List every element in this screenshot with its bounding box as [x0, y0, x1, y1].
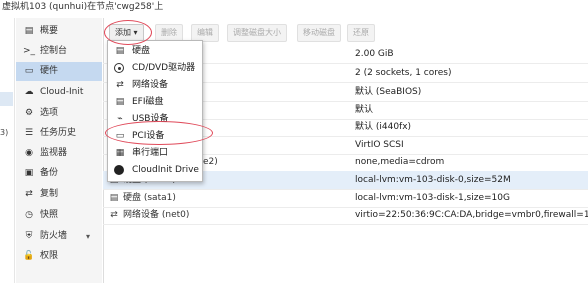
menu-item-hard-disk[interactable]: ▤ 硬盘 — [108, 43, 202, 59]
cdrom-icon — [114, 63, 124, 73]
list-icon: ☰ — [24, 128, 34, 138]
retweet-icon: ⇄ — [25, 189, 33, 199]
nav-item-label: 硬件 — [40, 66, 59, 76]
chevron-down-icon: ▾ — [133, 28, 138, 37]
hdd-icon: ▤ — [115, 46, 125, 56]
tree-selected-row[interactable] — [0, 92, 13, 106]
row-value: 2 (2 sockets, 1 cores) — [355, 68, 452, 78]
hardware-toolbar: 添加 ▾ 删除 编辑 调整磁盘大小 移动磁盘 还原 — [103, 22, 588, 42]
menu-item-cd-dvd[interactable]: CD/DVD驱动器 — [108, 60, 202, 76]
pci-card-icon: ▭ — [115, 131, 125, 141]
nav-item-task-history[interactable]: ☰ 任务历史 — [16, 124, 102, 143]
menu-item-label: 网络设备 — [132, 80, 169, 90]
nav-item-label: 复制 — [40, 189, 59, 199]
menu-item-serial-port[interactable]: ▦ 串行端口 — [108, 145, 202, 161]
efi-disk-icon: ▤ — [115, 97, 125, 107]
menu-item-network-device[interactable]: ⇄ 网络设备 — [108, 77, 202, 93]
menu-item-label: CloudInit Drive — [132, 165, 199, 175]
gear-icon: ⚙ — [24, 108, 34, 118]
revert-button[interactable]: 还原 — [347, 24, 375, 42]
nav-item-console[interactable]: >_ 控制台 — [16, 42, 102, 61]
nav-item-firewall[interactable]: ⛨ 防火墙 ▾ — [16, 227, 102, 246]
hdd-icon: ▤ — [109, 193, 119, 203]
menu-item-label: EFI磁盘 — [132, 97, 164, 107]
row-value: none,media=cdrom — [355, 157, 445, 167]
window-title: 虚拟机103 (qunhui)在节点'cwg258'上 — [2, 2, 164, 12]
menu-item-label: 串行端口 — [132, 148, 169, 158]
history-icon: ◷ — [25, 210, 33, 220]
book-icon: ▤ — [24, 26, 34, 36]
cloudinit-icon — [114, 165, 124, 175]
menu-item-efi-disk[interactable]: ▤ EFI磁盘 — [108, 94, 202, 110]
chevron-down-icon[interactable]: ▾ — [86, 227, 90, 246]
add-button-label: 添加 — [115, 28, 131, 37]
menu-item-label: CD/DVD驱动器 — [132, 63, 196, 73]
menu-item-pci-device[interactable]: ▭ PCI设备 — [108, 128, 202, 144]
row-value: 2.00 GiB — [355, 49, 394, 59]
menu-item-label: USB设备 — [132, 114, 169, 124]
nav-item-label: 防火墙 — [40, 231, 68, 241]
eye-icon: ◉ — [25, 148, 33, 158]
row-value: VirtIO SCSI — [355, 140, 404, 150]
network-icon: ⇄ — [110, 210, 118, 220]
resize-disk-button[interactable]: 调整磁盘大小 — [227, 24, 287, 42]
monitor-icon: ▭ — [24, 66, 34, 76]
nav-item-cloud-init[interactable]: ☁ Cloud-Init — [16, 83, 102, 102]
add-menu: ▤ 硬盘 CD/DVD驱动器 ⇄ 网络设备 ▤ EFI磁盘 ⌁ USB设备 ▭ … — [107, 40, 203, 182]
row-value: local-lvm:vm-103-disk-1,size=10G — [355, 193, 510, 203]
nav-item-label: 权限 — [40, 251, 59, 261]
save-icon: ▣ — [24, 168, 34, 178]
row-value: virtio=22:50:36:9C:CA:DA,bridge=vmbr0,fi… — [355, 210, 588, 220]
row-key: 硬盘 (sata1) — [123, 193, 176, 203]
hardware-row[interactable]: ⇄ 网络设备 (net0) virtio=22:50:36:9C:CA:DA,b… — [103, 206, 588, 225]
usb-icon: ⌁ — [117, 114, 123, 124]
terminal-icon: >_ — [23, 46, 36, 56]
nav-item-replication[interactable]: ⇄ 复制 — [16, 185, 102, 204]
nav-item-options[interactable]: ⚙ 选项 — [16, 104, 102, 123]
nav-item-snapshots[interactable]: ◷ 快照 — [16, 206, 102, 225]
row-value: local-lvm:vm-103-disk-0,size=52M — [355, 175, 511, 185]
nav-item-label: 监视器 — [40, 148, 68, 158]
row-key: 网络设备 (net0) — [123, 210, 190, 220]
nav-item-label: Cloud-Init — [40, 87, 84, 97]
nav-item-label: 任务历史 — [40, 128, 77, 138]
menu-item-label: PCI设备 — [132, 131, 165, 141]
resource-tree[interactable] — [0, 18, 15, 283]
tree-item-fragment[interactable]: 3) — [0, 128, 12, 137]
shield-icon: ⛨ — [25, 231, 33, 241]
nav-item-hardware[interactable]: ▭ 硬件 — [16, 62, 102, 81]
row-value: 默认 (i440fx) — [355, 122, 412, 132]
vm-nav-panel: ▤ 概要 >_ 控制台 ▭ 硬件 ☁ Cloud-Init ⚙ 选项 ☰ 任务历… — [16, 18, 102, 283]
move-disk-button[interactable]: 移动磁盘 — [297, 24, 341, 42]
nav-item-label: 选项 — [40, 108, 59, 118]
nav-item-permissions[interactable]: 🔓 权限 — [16, 247, 102, 266]
row-value: 默认 — [355, 105, 374, 115]
nav-item-label: 控制台 — [40, 46, 68, 56]
row-value: 默认 (SeaBIOS) — [355, 87, 422, 97]
unlock-icon: 🔓 — [23, 251, 35, 261]
network-icon: ⇄ — [116, 80, 124, 90]
nav-item-summary[interactable]: ▤ 概要 — [16, 22, 102, 41]
nav-item-backup[interactable]: ▣ 备份 — [16, 164, 102, 183]
nav-item-label: 备份 — [40, 168, 59, 178]
menu-item-label: 硬盘 — [132, 46, 151, 56]
menu-item-usb-device[interactable]: ⌁ USB设备 — [108, 111, 202, 127]
nav-item-label: 概要 — [40, 26, 59, 36]
nav-item-label: 快照 — [40, 210, 59, 220]
cloud-icon: ☁ — [24, 87, 34, 97]
serial-port-icon: ▦ — [115, 148, 125, 158]
menu-item-cloudinit-drive[interactable]: CloudInit Drive — [108, 162, 202, 178]
row-key: e2) — [203, 157, 218, 167]
nav-item-monitor[interactable]: ◉ 监视器 — [16, 144, 102, 163]
